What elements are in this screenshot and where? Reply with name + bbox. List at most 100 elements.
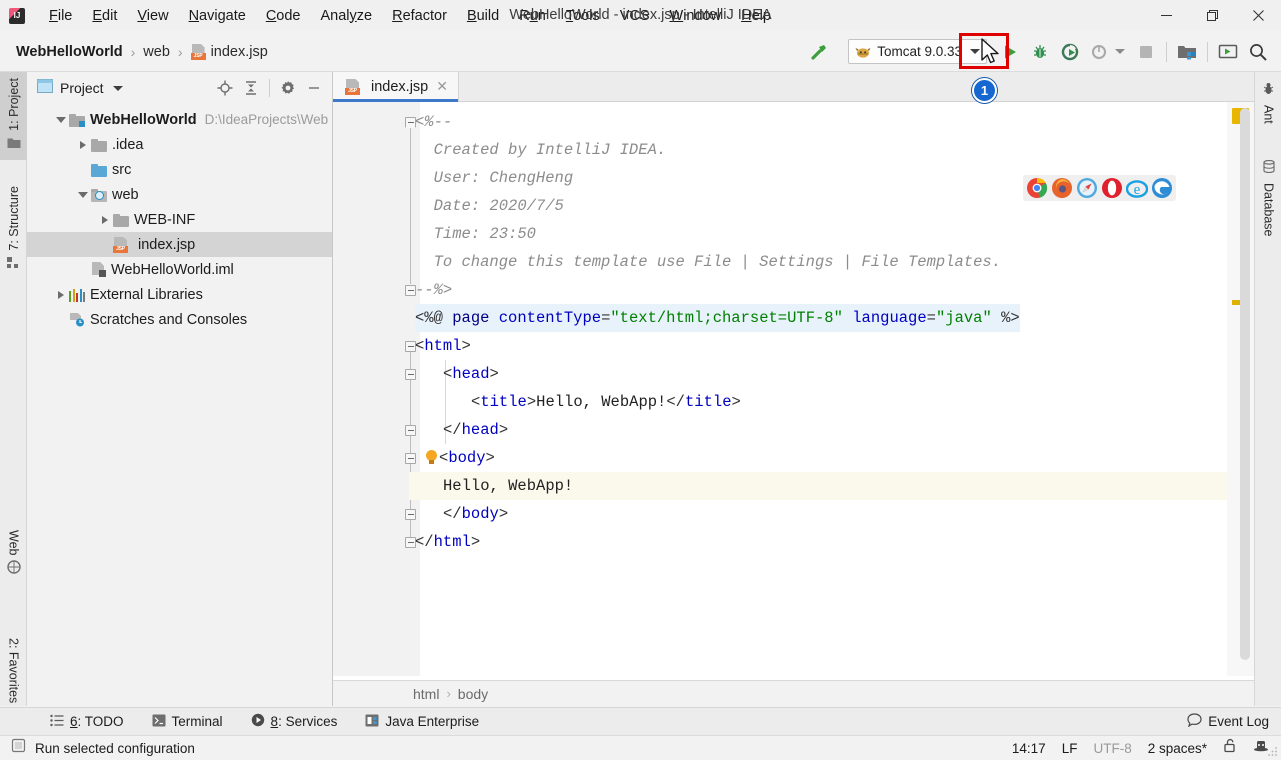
breadcrumb-item-project[interactable]: WebHelloWorld xyxy=(16,44,123,60)
code-line-2: Created by IntelliJ IDEA. xyxy=(415,141,666,159)
chevron-down-icon[interactable] xyxy=(113,86,123,91)
project-window-icon xyxy=(37,79,53,98)
twisty-open-icon[interactable] xyxy=(75,192,91,198)
tree-node-web-inf[interactable]: WEB-INF xyxy=(27,207,332,232)
twisty-closed-icon[interactable] xyxy=(75,141,91,149)
twisty-open-icon[interactable] xyxy=(53,117,69,123)
twisty-closed-icon[interactable] xyxy=(53,291,69,299)
sidebar-tab-web-label: Web xyxy=(7,530,21,555)
unlocked-padlock-icon[interactable] xyxy=(1223,738,1237,758)
marker-scrollbar[interactable] xyxy=(1227,102,1254,676)
menu-edit[interactable]: Edit xyxy=(82,5,127,27)
breadcrumb-body[interactable]: body xyxy=(458,686,488,702)
intention-bulb-icon[interactable] xyxy=(425,450,438,465)
jsp-directive-close: %> xyxy=(992,309,1020,327)
breadcrumb-item-web[interactable]: web xyxy=(143,44,170,60)
tree-node-label: Scratches and Consoles xyxy=(90,312,247,328)
structure-icon xyxy=(7,256,20,274)
chevron-down-icon[interactable] xyxy=(970,49,980,54)
run-coverage-button[interactable] xyxy=(1055,37,1085,67)
opera-icon[interactable] xyxy=(1101,177,1123,199)
tree-node-label: .idea xyxy=(112,137,143,153)
tree-node-web[interactable]: web xyxy=(27,182,332,207)
collapse-all-icon[interactable] xyxy=(239,76,263,100)
updates-button[interactable] xyxy=(1213,37,1243,67)
project-panel-actions xyxy=(213,76,326,100)
caret-position[interactable]: 14:17 xyxy=(1012,741,1046,756)
editor-area: JSP index.jsp ✕ 1 2 3 4 5 6 7 8 9 10 11 … xyxy=(333,72,1254,706)
crosshair-icon[interactable] xyxy=(213,76,237,100)
profiler-button[interactable] xyxy=(1085,37,1115,67)
sidebar-tab-web[interactable]: Web xyxy=(0,524,27,585)
tree-node-iml[interactable]: WebHelloWorld.iml xyxy=(27,257,332,282)
editor-gutter[interactable] xyxy=(333,102,409,676)
jsp-file-icon: JSP xyxy=(113,237,128,253)
code-line-12: </head> xyxy=(415,416,508,444)
close-icon[interactable]: ✕ xyxy=(434,78,450,95)
code-editor[interactable]: 1 2 3 4 5 6 7 8 9 10 11 12 13 14 15 16 1… xyxy=(333,102,1254,676)
close-button[interactable] xyxy=(1235,0,1281,31)
editor-breadcrumb: html › body xyxy=(333,680,1254,706)
tree-node-label: WebHelloWorld.iml xyxy=(111,262,234,278)
debug-button[interactable] xyxy=(1025,37,1055,67)
editor-tab-index-jsp[interactable]: JSP index.jsp ✕ xyxy=(333,72,459,101)
gear-icon[interactable] xyxy=(276,76,300,100)
run-configuration-selector[interactable]: Tomcat 9.0.33 xyxy=(848,39,987,64)
menu-run[interactable]: Run xyxy=(509,5,556,27)
maximize-button[interactable] xyxy=(1189,0,1235,31)
event-log-button[interactable]: Event Log xyxy=(1187,707,1269,735)
line-separator[interactable]: LF xyxy=(1062,741,1078,756)
menu-build[interactable]: Build xyxy=(457,5,509,27)
scrollbar-thumb[interactable] xyxy=(1240,108,1250,660)
menu-tools[interactable]: Tools xyxy=(556,5,610,27)
svg-text:e: e xyxy=(1134,182,1141,198)
firefox-icon[interactable] xyxy=(1051,177,1073,199)
menu-analyze[interactable]: Analyze xyxy=(311,5,383,27)
body-text: Hello, WebApp! xyxy=(443,477,573,495)
minimize-button[interactable] xyxy=(1143,0,1189,31)
bottom-tab-todo[interactable]: 6: TODO xyxy=(36,708,138,736)
breadcrumb-item-file[interactable]: index.jsp xyxy=(211,44,268,60)
edge-icon[interactable] xyxy=(1151,177,1173,199)
tree-node-src[interactable]: src xyxy=(27,157,332,182)
right-tool-window-strip: Ant Database xyxy=(1254,72,1281,706)
tree-node-scratches[interactable]: Scratches and Consoles xyxy=(27,307,332,332)
breadcrumb-html[interactable]: html xyxy=(413,686,439,702)
sidebar-tab-structure[interactable]: 7: Structure xyxy=(0,180,27,280)
title-bar: File Edit View Navigate Code Analyze Ref… xyxy=(0,0,1281,31)
bottom-tab-terminal[interactable]: Terminal xyxy=(138,708,237,736)
indent-setting[interactable]: 2 spaces* xyxy=(1148,741,1207,756)
profiler-chevron-down-icon[interactable] xyxy=(1115,49,1125,54)
internet-explorer-icon[interactable]: e xyxy=(1126,177,1148,199)
build-button[interactable] xyxy=(804,37,834,67)
menu-navigate[interactable]: Navigate xyxy=(179,5,256,27)
resize-grip[interactable] xyxy=(1265,744,1279,758)
project-structure-button[interactable] xyxy=(1172,37,1202,67)
bottom-tab-java-enterprise[interactable]: Java Enterprise xyxy=(351,708,493,736)
tree-node-index-jsp[interactable]: JSP index.jsp xyxy=(27,232,332,257)
search-everywhere-button[interactable] xyxy=(1243,37,1273,67)
tree-node-webhelloworld[interactable]: WebHelloWorld D:\IdeaProjects\Web xyxy=(27,107,332,132)
minus-icon[interactable] xyxy=(302,76,326,100)
safari-icon[interactable] xyxy=(1076,177,1098,199)
menu-code[interactable]: Code xyxy=(256,5,311,27)
file-encoding[interactable]: UTF-8 xyxy=(1093,741,1131,756)
chrome-icon[interactable] xyxy=(1026,177,1048,199)
menu-window[interactable]: Window xyxy=(660,5,732,27)
menu-bar: File Edit View Navigate Code Analyze Ref… xyxy=(39,0,781,31)
tree-node-external-libraries[interactable]: External Libraries xyxy=(27,282,332,307)
sidebar-tab-ant[interactable]: Ant xyxy=(1255,76,1281,130)
menu-refactor[interactable]: Refactor xyxy=(382,5,457,27)
menu-file[interactable]: File xyxy=(39,5,82,27)
menu-vcs[interactable]: VCS xyxy=(610,5,660,27)
sidebar-tab-project[interactable]: 1: Project xyxy=(0,72,27,160)
twisty-closed-icon[interactable] xyxy=(97,216,113,224)
bottom-tab-services[interactable]: 8: Services xyxy=(237,708,352,736)
scratches-icon xyxy=(69,312,85,327)
tree-node-idea[interactable]: .idea xyxy=(27,132,332,157)
sidebar-tab-database[interactable]: Database xyxy=(1255,154,1281,243)
menu-view[interactable]: View xyxy=(127,5,178,27)
run-configuration-label: Tomcat 9.0.33 xyxy=(877,44,962,59)
equals: = xyxy=(927,309,936,327)
menu-help[interactable]: Help xyxy=(731,5,781,27)
